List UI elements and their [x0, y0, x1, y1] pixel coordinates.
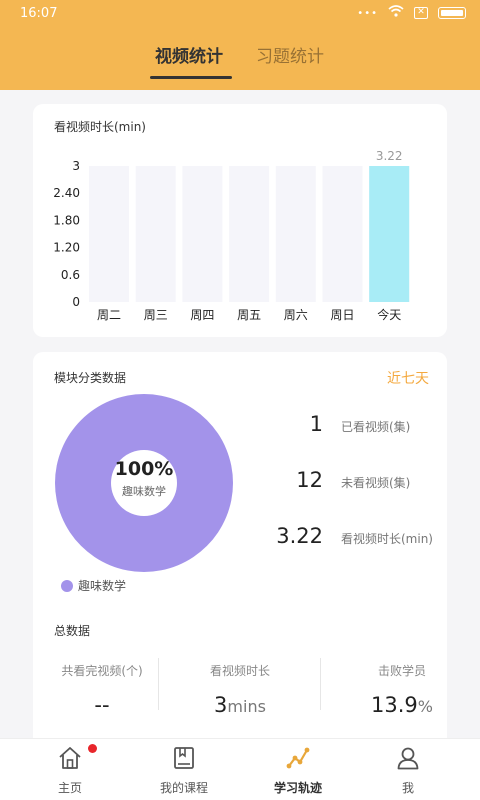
x-tick-label: 周六	[284, 308, 308, 322]
nav-my-courses-label: 我的课程	[159, 781, 208, 795]
active-tab-indicator	[150, 76, 232, 79]
tab-quiz-stats[interactable]: 习题统计	[256, 42, 324, 67]
status-bar: 16:07 ••• ✕	[0, 0, 480, 26]
stat-duration-value: 3.22	[276, 524, 323, 548]
divider	[320, 658, 321, 710]
user-icon	[395, 745, 421, 771]
status-icons: ••• ✕	[357, 5, 466, 21]
stat-watched-label: 已看视频(集)	[341, 420, 411, 434]
x-tick-label: 今天	[377, 307, 401, 322]
bar	[369, 166, 410, 302]
beat-students-unit: %	[417, 697, 433, 716]
nav-learning-track-label: 学习轨迹	[273, 781, 322, 795]
beat-students-value-wrap: 13.9%	[333, 693, 471, 717]
stat-duration-label: 看视频时长(min)	[341, 532, 433, 546]
stat-watched: 1 已看视频(集)	[263, 412, 433, 436]
more-dots-icon: •••	[357, 7, 378, 19]
bar-track	[275, 166, 316, 302]
nav-learning-track[interactable]: 学习轨迹	[238, 739, 358, 800]
bar-track	[135, 166, 176, 302]
legend-label: 趣味数学	[78, 579, 127, 593]
book-icon	[171, 745, 197, 771]
video-duration-card: 看视频时长(min) 3 2.40 1.80 1.20 0.6 0 周二 周三 周四 周五 周六 周日…	[33, 104, 447, 337]
donut-module-name: 趣味数学	[122, 485, 166, 498]
tab-video-stats[interactable]: 视频统计	[155, 42, 223, 67]
donut-percent: 100%	[114, 458, 174, 480]
bar-track	[182, 166, 223, 302]
total-videos-value-wrap: --	[33, 693, 171, 717]
battery-icon	[438, 7, 466, 19]
module-donut-chart: 100% 趣味数学	[55, 394, 233, 572]
stat-unwatched: 12 未看视频(集)	[263, 468, 433, 492]
wifi-icon	[388, 5, 404, 21]
x-tick-label: 周四	[190, 308, 214, 322]
total-beat-students: 击败学员 13.9%	[333, 662, 471, 717]
stat-duration: 3.22 看视频时长(min)	[263, 524, 433, 548]
nav-me[interactable]: 我	[348, 739, 468, 800]
total-watch-time-label: 看视频时长	[209, 664, 270, 678]
x-tick-label: 周三	[144, 308, 168, 322]
total-watch-time-unit: mins	[227, 697, 266, 716]
nav-home-label: 主页	[57, 781, 82, 795]
stat-unwatched-label: 未看视频(集)	[341, 476, 411, 490]
x-tick-label: 周五	[237, 308, 261, 322]
stat-unwatched-value: 12	[296, 468, 323, 492]
divider	[158, 658, 159, 710]
sim-off-icon: ✕	[414, 7, 428, 19]
home-badge	[88, 744, 97, 753]
x-tick-label: 周二	[97, 308, 121, 322]
total-watch-time: 看视频时长 3mins	[171, 662, 309, 717]
beat-students-value: 13.9	[371, 693, 418, 717]
bar-track	[229, 166, 270, 302]
y-tick-label: 0	[72, 295, 80, 309]
module-data-card: 模块分类数据 近七天 100% 趣味数学 趣味数学 1 已看视频(集) 12 未…	[33, 352, 447, 752]
bar-chart-svg: 3 2.40 1.80 1.20 0.6 0 周二 周三 周四 周五 周六 周日 3.22 今天	[53, 149, 410, 322]
module-data-title: 模块分类数据	[54, 371, 127, 385]
legend-dot-icon	[61, 579, 73, 592]
y-tick-label: 2.40	[53, 186, 80, 200]
total-watch-time-value-wrap: 3mins	[171, 693, 309, 717]
nav-my-courses[interactable]: 我的课程	[124, 739, 244, 800]
nav-me-label: 我	[401, 781, 414, 795]
y-tick-label: 3	[72, 159, 80, 173]
bar-track	[89, 166, 129, 302]
bar-track	[322, 166, 363, 302]
home-icon	[57, 745, 83, 771]
total-videos-completed: 共看完视频(个) --	[33, 662, 171, 717]
y-tick-label: 0.6	[61, 268, 80, 282]
x-tick-label: 周日	[330, 308, 354, 322]
y-tick-label: 1.20	[53, 241, 80, 255]
totals-row: 共看完视频(个) -- 看视频时长 3mins 击败学员 13.9%	[33, 648, 447, 728]
total-watch-time-value: 3	[214, 693, 228, 717]
status-time: 16:07	[20, 5, 58, 21]
total-videos-value: --	[94, 693, 110, 717]
donut-legend: 趣味数学	[61, 577, 126, 594]
beat-students-label: 击败学员	[377, 664, 426, 678]
track-icon	[285, 745, 311, 771]
nav-home[interactable]: 主页	[10, 739, 130, 800]
y-tick-label: 1.80	[53, 213, 80, 227]
recent-seven-days-button[interactable]: 近七天	[387, 368, 429, 388]
bottom-nav: 主页 我的课程 学习轨迹 我	[0, 738, 480, 800]
totals-title: 总数据	[54, 624, 91, 638]
stat-watched-value: 1	[309, 412, 323, 436]
header: 视频统计 习题统计	[0, 26, 480, 90]
bar-data-label: 3.22	[376, 149, 403, 163]
total-videos-label: 共看完视频(个)	[61, 664, 143, 678]
